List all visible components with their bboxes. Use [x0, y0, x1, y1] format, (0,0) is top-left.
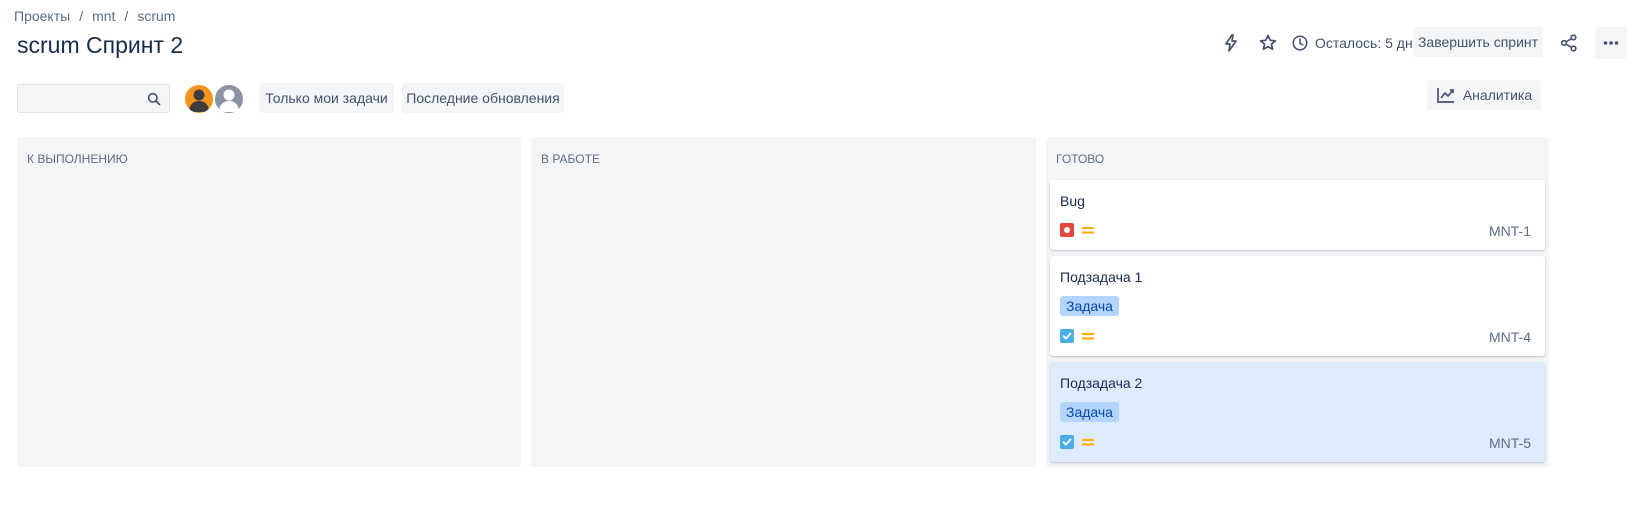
page-title: scrum Спринт 2 [17, 32, 184, 58]
card-title: Bug [1060, 193, 1085, 209]
default-avatar[interactable] [213, 83, 245, 115]
breadcrumb-separator: / [124, 8, 129, 24]
analytics-label: Аналитика [1462, 87, 1533, 103]
subtask-check-icon [1060, 329, 1074, 343]
priority-medium-icon [1082, 333, 1094, 340]
only-my-issues-button[interactable]: Только мои задачи [259, 83, 394, 113]
priority-medium-icon [1082, 439, 1094, 446]
breadcrumb-mnt[interactable]: mnt [92, 8, 115, 24]
analytics-button[interactable]: Аналитика [1427, 80, 1541, 110]
share-icon[interactable] [1553, 27, 1585, 59]
issue-card[interactable]: Bug MNT-1 [1050, 180, 1545, 250]
breadcrumb: Проекты / mnt / scrum [14, 8, 175, 24]
time-remaining: Осталось: 5 дн. [1291, 27, 1417, 59]
bug-icon [1060, 223, 1074, 237]
column-todo: К ВЫПОЛНЕНИЮ [17, 137, 521, 467]
chart-line-icon [1436, 88, 1454, 103]
breadcrumb-projects[interactable]: Проекты [14, 8, 70, 24]
issue-card[interactable]: Подзадача 1 Задача MNT-4 [1050, 256, 1545, 356]
priority-medium-icon [1082, 227, 1094, 234]
card-title: Подзадача 2 [1060, 375, 1143, 391]
user-avatar[interactable] [183, 83, 215, 115]
header-actions: Осталось: 5 дн. Завершить спринт [1215, 27, 1645, 59]
subtask-check-icon [1060, 435, 1074, 449]
lightning-icon[interactable] [1215, 27, 1247, 59]
parent-tag: Задача [1060, 296, 1119, 316]
issue-card-selected[interactable]: Подзадача 2 Задача MNT-5 [1050, 362, 1545, 462]
breadcrumb-separator: / [79, 8, 84, 24]
column-in-progress: В РАБОТЕ [531, 137, 1036, 467]
issue-key: MNT-5 [1489, 435, 1531, 451]
card-title: Подзадача 1 [1060, 269, 1143, 285]
star-icon[interactable] [1252, 27, 1284, 59]
search-box [17, 84, 170, 113]
issue-key: MNT-4 [1489, 329, 1531, 345]
issue-key: MNT-1 [1489, 223, 1531, 239]
more-icon[interactable] [1595, 27, 1627, 59]
column-title: В РАБОТЕ [541, 152, 600, 166]
search-icon [147, 92, 161, 106]
breadcrumb-scrum[interactable]: scrum [137, 8, 175, 24]
clock-icon [1292, 35, 1308, 51]
search-input[interactable] [18, 85, 138, 112]
column-title: К ВЫПОЛНЕНИЮ [27, 152, 128, 166]
parent-tag: Задача [1060, 402, 1119, 422]
column-title: ГОТОВО [1056, 152, 1105, 166]
remaining-label: Осталось: 5 дн. [1315, 35, 1417, 51]
complete-sprint-button[interactable]: Завершить спринт [1413, 27, 1543, 57]
recently-updated-button[interactable]: Последние обновления [402, 83, 564, 113]
column-done: ГОТОВО Bug MNT-1 Подзадача 1 Задача MNT-… [1046, 137, 1549, 467]
